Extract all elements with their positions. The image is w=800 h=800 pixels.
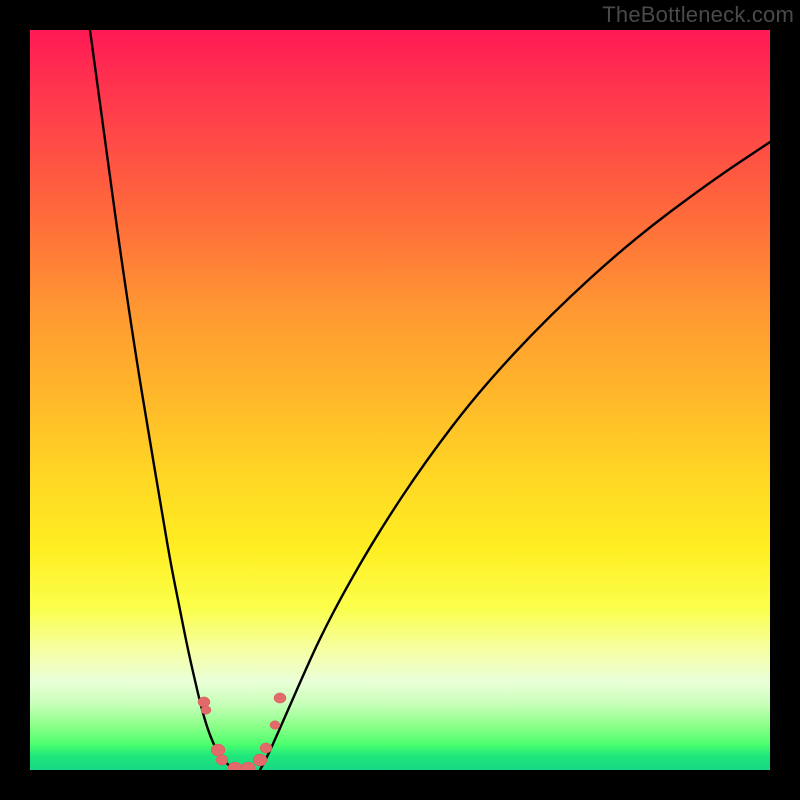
marker-group: [198, 693, 286, 770]
data-marker: [216, 755, 228, 765]
curve-right-branch: [260, 142, 770, 770]
curve-left-branch: [90, 30, 235, 770]
data-marker: [201, 706, 211, 715]
data-marker: [241, 762, 255, 770]
chart-frame: TheBottleneck.com: [0, 0, 800, 800]
data-marker: [274, 693, 286, 703]
data-marker: [253, 754, 267, 766]
data-marker: [260, 743, 272, 753]
data-marker: [211, 744, 225, 756]
plot-area: [30, 30, 770, 770]
data-marker: [198, 697, 210, 707]
watermark-text: TheBottleneck.com: [602, 2, 794, 28]
data-marker: [270, 721, 280, 730]
data-marker: [228, 762, 242, 770]
curve-layer: [30, 30, 770, 770]
